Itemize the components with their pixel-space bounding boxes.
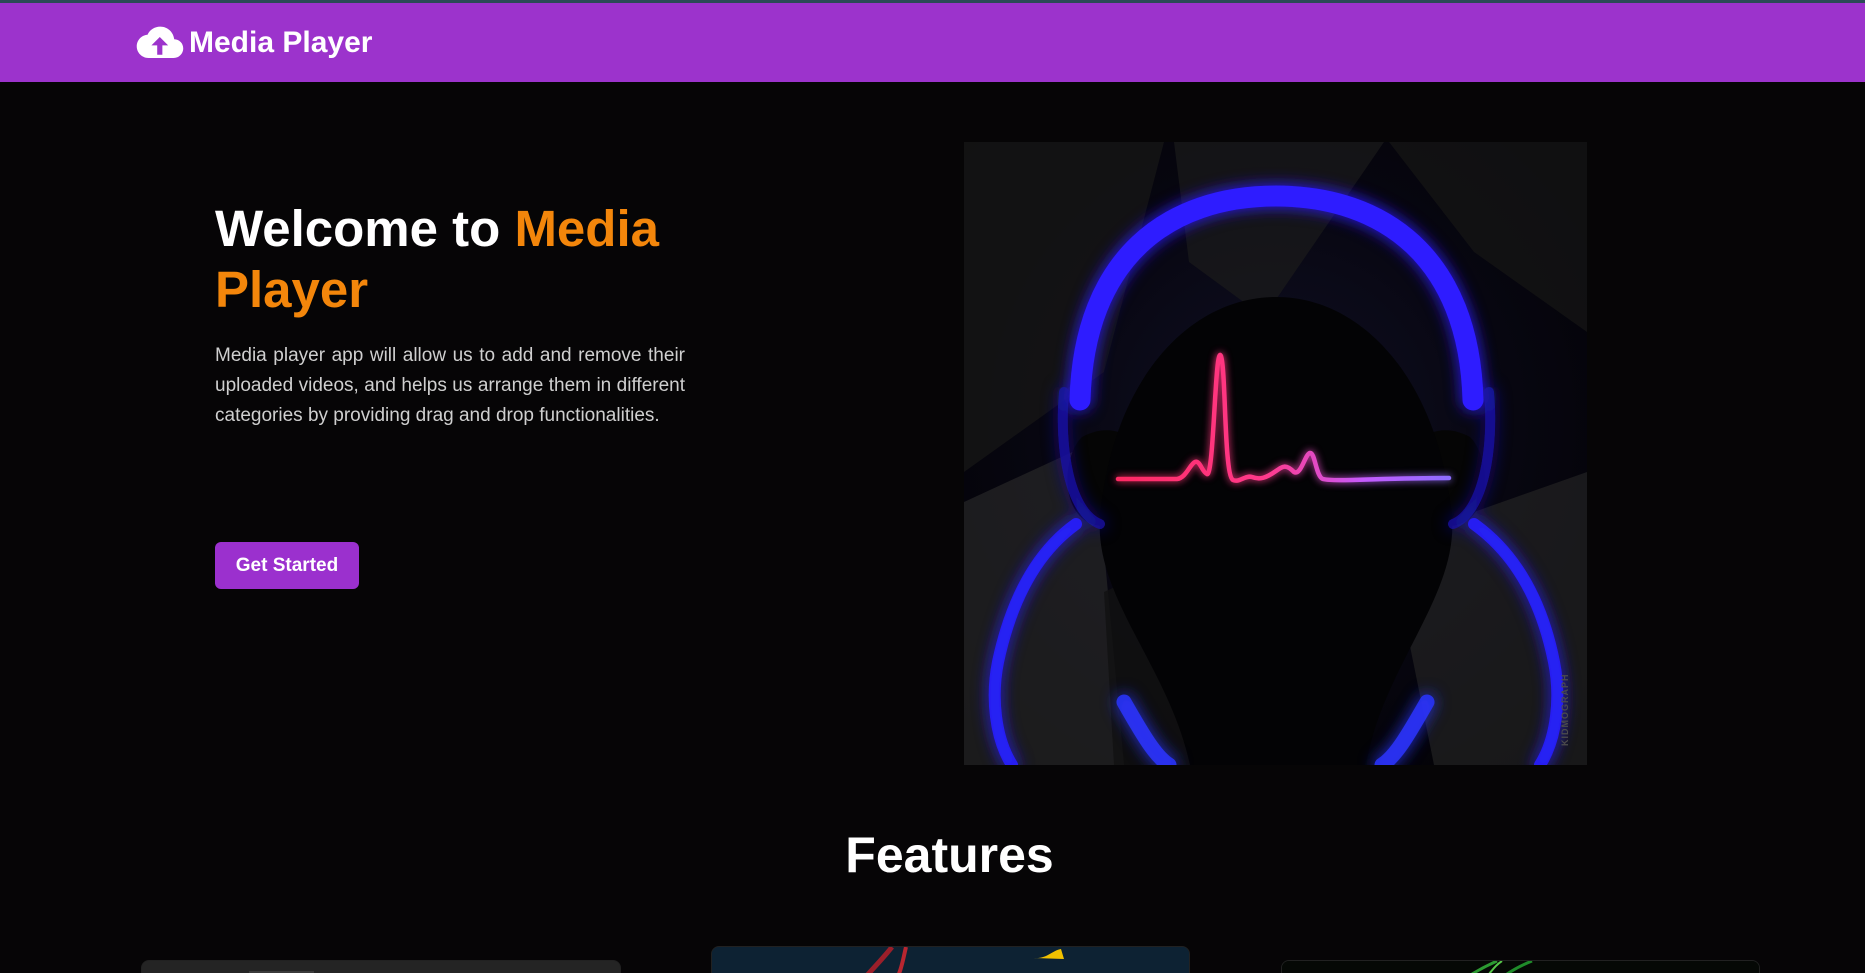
brand-title: Media Player [189,26,373,59]
features-heading: Features [845,827,1054,883]
watermark-text: KIDMOGRAPH [1560,674,1570,747]
hero-title: Welcome to Media Player [215,198,685,320]
cloud-upload-icon [136,26,184,58]
page: Media Player Welcome to Media Player Med… [0,0,1865,973]
feature-card-2 [711,946,1190,973]
hero-illustration: KIDMOGRAPH [964,142,1587,765]
feature-card-1 [141,960,621,973]
hero-title-prefix: Welcome to [215,200,515,257]
feature-card-2-image [712,947,1189,973]
feature-card-3-image [1282,961,1759,973]
hero-section: Welcome to Media Player Media player app… [215,198,685,431]
navbar: Media Player [0,3,1865,82]
hero-description: Media player app will allow us to add an… [215,345,685,426]
brand-link[interactable]: Media Player [134,21,372,65]
get-started-button[interactable]: Get Started [215,542,359,589]
feature-card-3 [1281,960,1760,973]
headphones-heartbeat-icon: KIDMOGRAPH [964,142,1587,765]
